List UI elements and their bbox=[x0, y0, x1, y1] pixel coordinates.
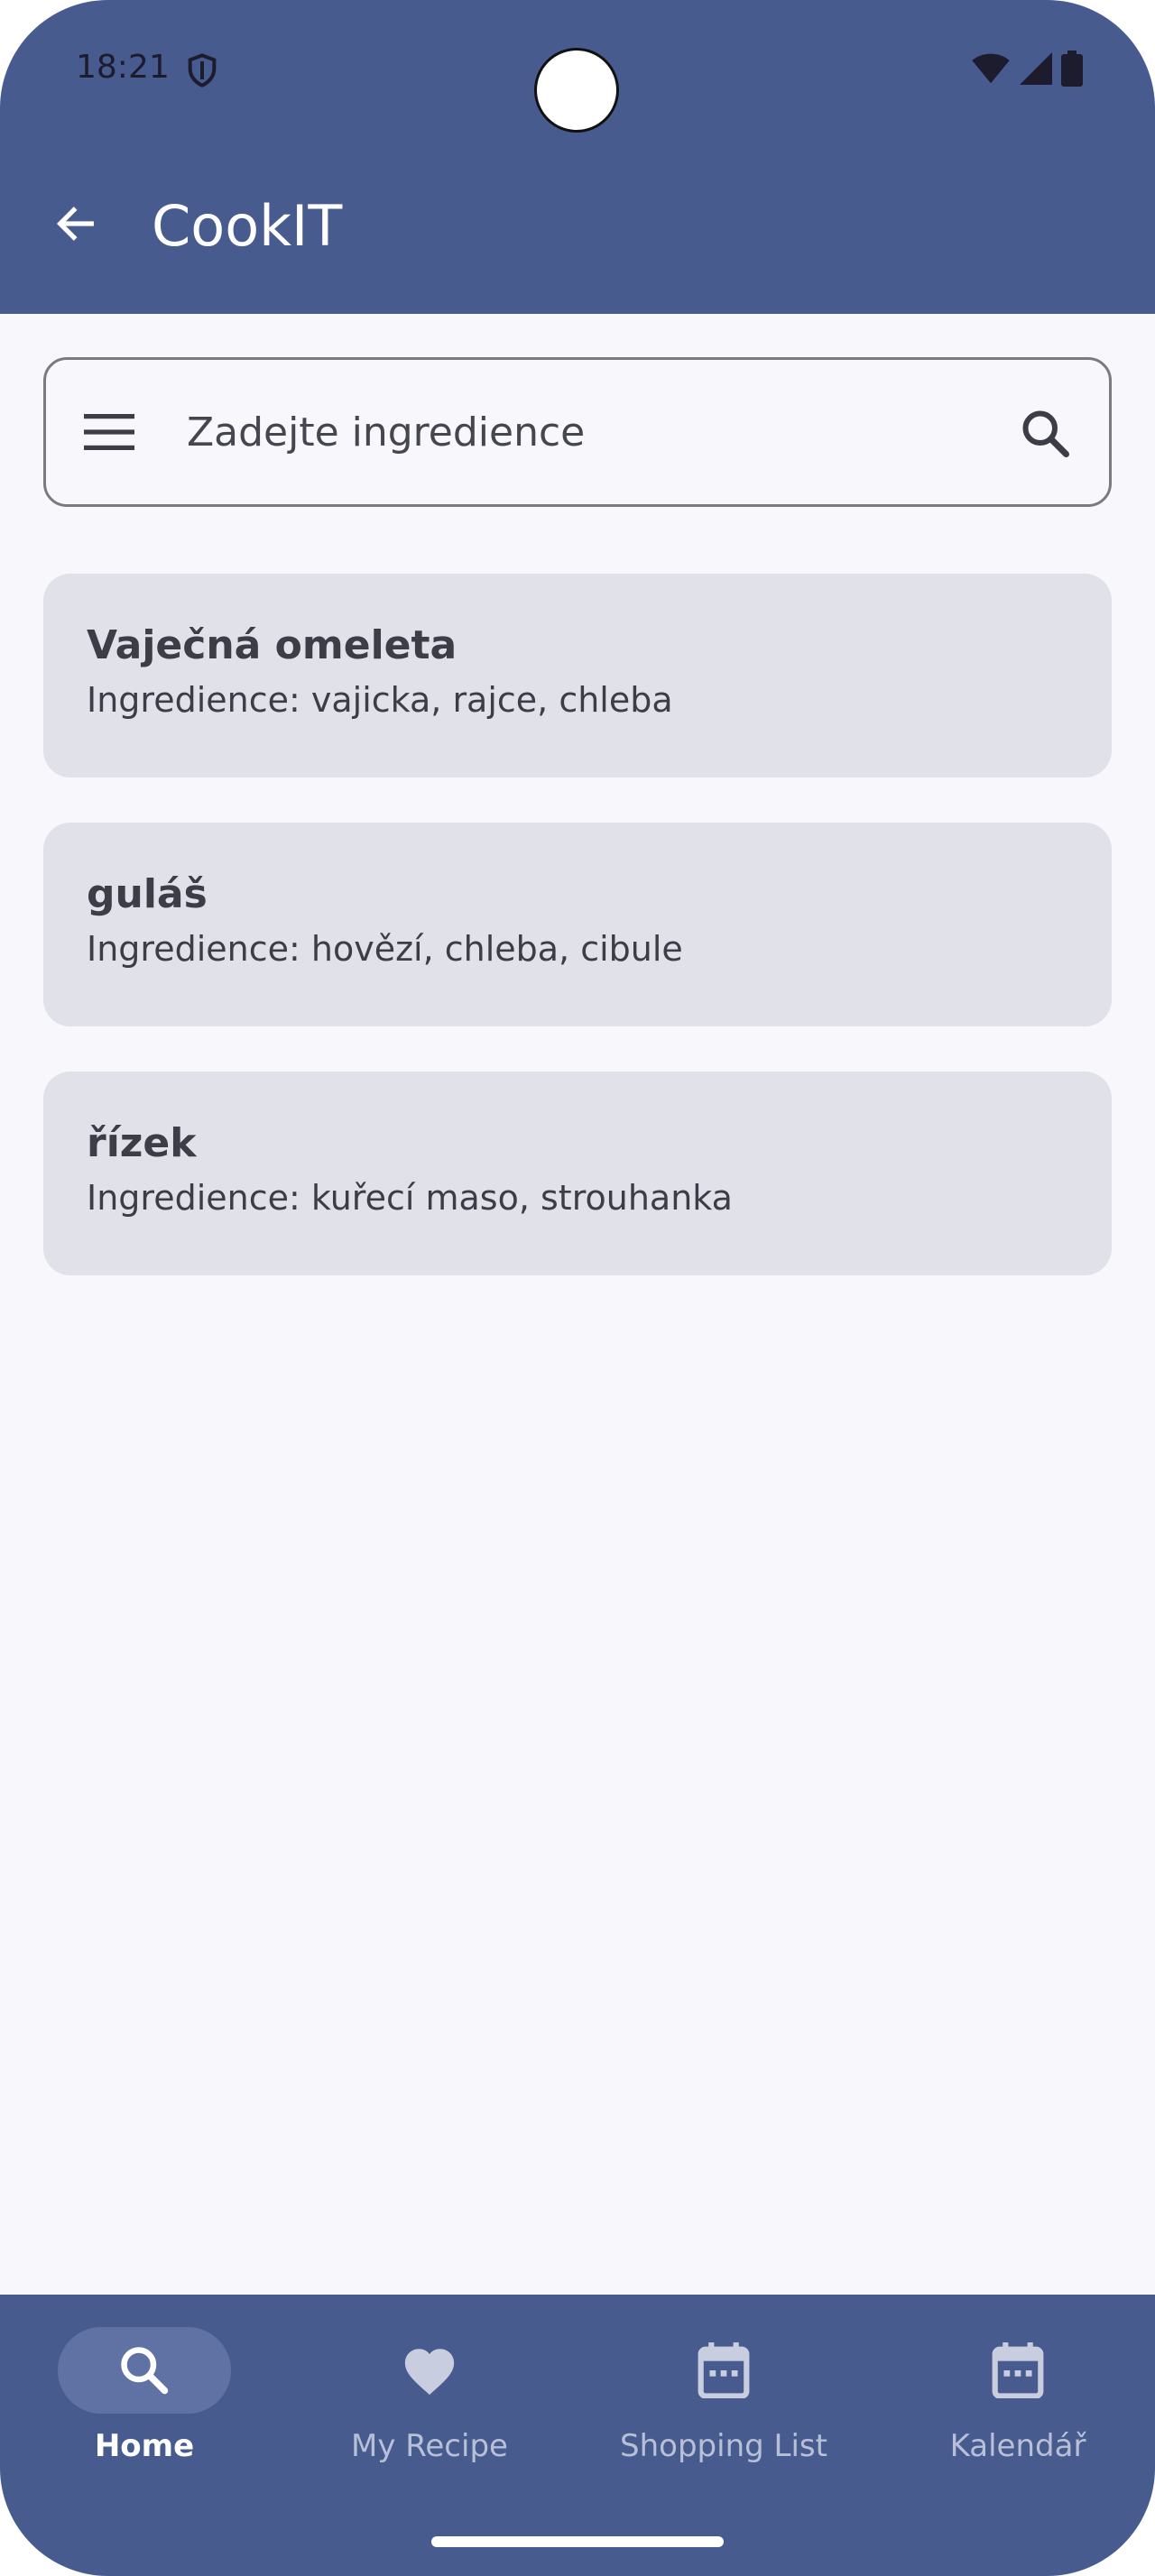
nav-item-kalendar[interactable]: Kalendář bbox=[873, 2327, 1155, 2507]
app-title: CookIT bbox=[152, 193, 343, 259]
nav-label-kalendar: Kalendář bbox=[949, 2428, 1086, 2464]
search-icon bbox=[121, 2347, 169, 2395]
recipe-card[interactable]: Vaječná omeleta Ingredience: vajicka, ra… bbox=[43, 574, 1112, 777]
home-indicator[interactable] bbox=[431, 2536, 724, 2547]
recipe-ingredients: Ingredience: vajicka, rajce, chleba bbox=[87, 680, 673, 720]
arrow-back-icon bbox=[56, 207, 94, 241]
search-icon[interactable] bbox=[1019, 407, 1073, 461]
menu-icon[interactable] bbox=[84, 412, 134, 452]
calendar-icon bbox=[992, 2342, 1044, 2398]
nav-label-shopping-list: Shopping List bbox=[620, 2428, 827, 2464]
recipe-card[interactable]: řízek Ingredience: kuřecí maso, strouhan… bbox=[43, 1072, 1112, 1275]
phone-screen: 18:21 CookIT Zadejte ingredience Vaječná… bbox=[0, 0, 1155, 2576]
nav-label-my-recipe: My Recipe bbox=[351, 2428, 508, 2464]
shield-icon bbox=[188, 53, 217, 87]
nav-item-home[interactable]: Home bbox=[0, 2327, 289, 2507]
recipe-name: Vaječná omeleta bbox=[87, 622, 457, 668]
status-time: 18:21 bbox=[76, 49, 170, 86]
app-bar: 18:21 CookIT bbox=[0, 0, 1155, 314]
camera-cutout bbox=[534, 48, 619, 133]
recipe-card[interactable]: guláš Ingredience: hovězí, chleba, cibul… bbox=[43, 823, 1112, 1026]
bottom-navigation: Home My Recipe Shopping List Kalendář bbox=[0, 2295, 1155, 2576]
nav-active-indicator bbox=[58, 2327, 231, 2414]
nav-item-shopping-list[interactable]: Shopping List bbox=[579, 2327, 868, 2507]
recipe-list: Vaječná omeleta Ingredience: vajicka, ra… bbox=[43, 574, 1112, 1320]
search-placeholder[interactable]: Zadejte ingredience bbox=[187, 409, 585, 457]
recipe-ingredients: Ingredience: hovězí, chleba, cibule bbox=[87, 929, 683, 969]
back-button[interactable] bbox=[47, 195, 105, 253]
status-icons bbox=[971, 51, 1083, 87]
wifi-icon bbox=[972, 53, 1010, 84]
nav-item-my-recipe[interactable]: My Recipe bbox=[285, 2327, 574, 2507]
signal-icon bbox=[1020, 52, 1052, 85]
recipe-name: řízek bbox=[87, 1120, 197, 1166]
recipe-name: guláš bbox=[87, 871, 208, 917]
recipe-ingredients: Ingredience: kuřecí maso, strouhanka bbox=[87, 1178, 733, 1218]
calendar-icon bbox=[698, 2342, 750, 2398]
nav-label-home: Home bbox=[94, 2428, 195, 2464]
ingredient-search-field[interactable]: Zadejte ingredience bbox=[43, 357, 1112, 507]
battery-icon bbox=[1061, 51, 1083, 87]
heart-icon bbox=[404, 2349, 455, 2396]
